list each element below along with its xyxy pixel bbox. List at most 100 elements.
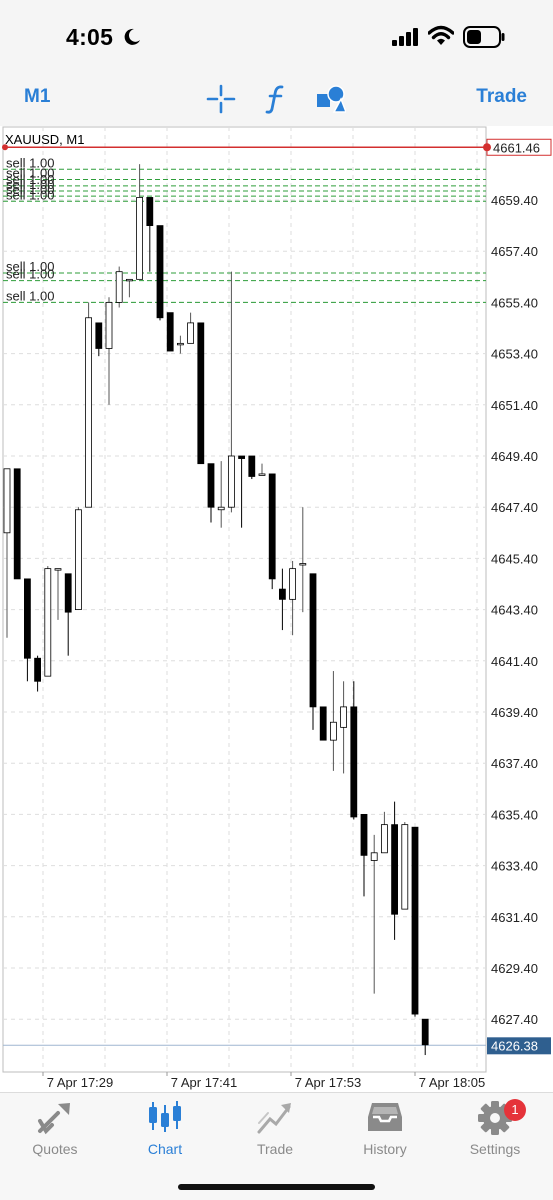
candle-body: [54, 568, 62, 571]
timeframe-button[interactable]: M1: [24, 86, 50, 108]
top-level-badge-dot: [483, 143, 491, 152]
settings-badge: 1: [504, 1099, 526, 1121]
price-tick-label: 4653.40: [491, 347, 538, 362]
tab-history-label: History: [363, 1141, 407, 1157]
price-tick-label: 4629.40: [491, 961, 538, 976]
candle-body: [13, 468, 21, 580]
history-inbox-icon: [368, 1103, 402, 1131]
price-tick-label: 4659.40: [491, 193, 538, 208]
candle-body: [3, 468, 11, 534]
candle-body: [278, 588, 286, 600]
tab-chart[interactable]: Chart: [110, 1099, 220, 1161]
candle-body: [319, 706, 327, 741]
candle-body: [401, 824, 409, 910]
candlestick-chart[interactable]: sell 1.00sell 1.00sell 1.00sell 1.00sell…: [0, 126, 553, 1092]
cellular-signal-icon: [392, 28, 418, 46]
time-tick-label: 7 Apr 17:53: [295, 1075, 362, 1090]
candle-body: [176, 342, 184, 346]
chart-toolbar: M1 Trade: [0, 76, 553, 124]
price-tick-label: 4631.40: [491, 910, 538, 925]
candle-body: [391, 824, 399, 915]
time-tick-label: 7 Apr 18:05: [419, 1075, 486, 1090]
battery-icon: [463, 26, 505, 48]
candle-body: [75, 509, 82, 611]
price-tick-label: 4657.40: [491, 244, 538, 259]
candle-body: [299, 563, 307, 566]
indicators-icon[interactable]: [262, 84, 292, 114]
candle-body: [289, 568, 297, 600]
current-price-label: 4626.38: [491, 1038, 538, 1053]
price-tick-label: 4645.40: [491, 551, 538, 566]
candle-body: [197, 322, 205, 465]
sell-order-label: sell 1.00: [6, 267, 54, 282]
price-tick-label: 4649.40: [491, 449, 538, 464]
time-tick-label: 7 Apr 17:29: [47, 1075, 114, 1090]
price-chart[interactable]: sell 1.00 sell 1.00 sell 1.00 sell 1.00 sell…: [0, 126, 553, 1092]
price-tick-label: 4641.40: [491, 654, 538, 669]
candle-body: [85, 317, 92, 508]
candle-body: [64, 573, 72, 613]
sell-order-label: sell 1.00: [6, 288, 54, 303]
candle-body: [248, 455, 256, 477]
symbol-label: XAUUSD, M1: [5, 132, 84, 147]
price-tick-label: 4627.40: [491, 1012, 538, 1027]
sell-order-label: sell 1.00: [6, 187, 54, 202]
candle-body: [136, 197, 144, 280]
tab-trade-label: Trade: [256, 1141, 294, 1157]
candle-body: [411, 826, 419, 1015]
price-tick-label: 4647.40: [491, 500, 538, 515]
candle-body: [340, 706, 348, 728]
time-tick-label: 7 Apr 17:41: [171, 1075, 238, 1090]
trade-button[interactable]: Trade: [476, 86, 527, 108]
chart-candles-icon: [149, 1101, 181, 1132]
candle-body: [187, 322, 195, 344]
tab-chart-label: Chart: [147, 1141, 183, 1157]
candle-body: [146, 197, 154, 227]
wifi-icon: [428, 25, 454, 45]
price-tick-label: 4633.40: [491, 859, 538, 874]
candle-body: [115, 271, 123, 303]
crosshair-icon[interactable]: [206, 84, 236, 114]
candle-body: [421, 1018, 429, 1046]
tab-history[interactable]: History: [330, 1099, 440, 1161]
candle-body: [238, 455, 246, 459]
moon-icon: [124, 28, 140, 45]
home-indicator: [178, 1184, 375, 1190]
candle-body: [166, 312, 174, 352]
tab-quotes-label: Quotes: [32, 1141, 78, 1157]
candle-body: [227, 455, 235, 508]
candle-body: [329, 721, 337, 741]
top-level-label: 4661.46: [493, 140, 540, 155]
candle-body: [207, 463, 215, 508]
tab-quotes[interactable]: Quotes: [0, 1099, 110, 1161]
tab-bar: Quotes Chart Trade History 1 Settings: [0, 1092, 553, 1200]
candle-body: [126, 278, 133, 282]
candle-body: [23, 578, 31, 659]
price-tick-label: 4639.40: [491, 705, 538, 720]
candle-body: [95, 322, 103, 349]
candle-body: [105, 301, 113, 349]
candle-body: [360, 814, 368, 856]
price-tick-label: 4635.40: [491, 807, 538, 822]
trade-trend-icon: [257, 1103, 291, 1134]
candle-body: [156, 225, 164, 319]
quotes-icon: [38, 1103, 70, 1135]
price-tick-label: 4651.40: [491, 398, 538, 413]
tab-settings-label: Settings: [469, 1141, 521, 1157]
status-bar: 4:05: [0, 0, 553, 76]
candle-body: [309, 573, 317, 708]
tab-trade[interactable]: Trade: [220, 1099, 330, 1161]
price-tick-label: 4655.40: [491, 295, 538, 310]
objects-icon[interactable]: [316, 84, 346, 114]
candle-body: [370, 852, 378, 861]
candle-body: [44, 568, 52, 677]
status-time: 4:05: [66, 24, 114, 50]
tab-settings[interactable]: 1 Settings: [440, 1099, 550, 1161]
candle-body: [380, 824, 388, 854]
candle-body: [268, 473, 276, 580]
price-tick-label: 4637.40: [491, 756, 538, 771]
price-tick-label: 4643.40: [491, 603, 538, 618]
candle-body: [258, 473, 266, 476]
candle-body: [217, 506, 225, 511]
candle-body: [34, 657, 41, 682]
